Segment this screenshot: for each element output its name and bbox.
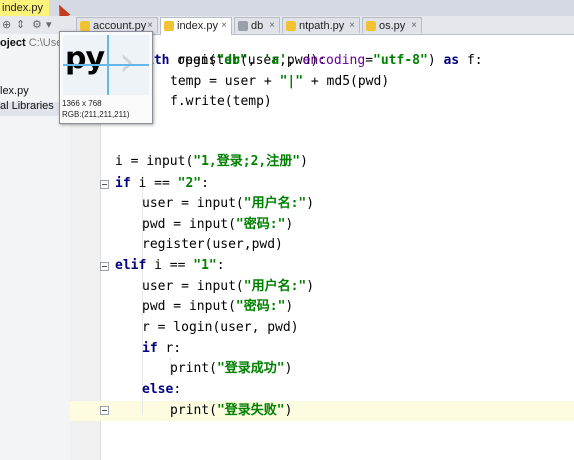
code-text: user = input( xyxy=(142,279,244,294)
code-text: r = login(user, pwd) xyxy=(142,320,299,335)
code-text: = xyxy=(365,53,374,68)
code-line-13: r = login(user, pwd) xyxy=(142,318,299,338)
project-root[interactable]: oject C:\User xyxy=(0,36,66,50)
code-string: "登录失败" xyxy=(216,403,285,418)
code-string: "|" xyxy=(279,74,304,89)
code-string: "密码:" xyxy=(235,217,286,232)
crosshair-horizontal xyxy=(63,64,149,66)
python-file-icon xyxy=(164,21,174,31)
code-line-8: pwd = input("密码:") xyxy=(142,215,293,235)
magnifier-view: py › xyxy=(63,35,149,95)
code-text: register(user,pwd) xyxy=(142,237,283,252)
close-icon[interactable]: × xyxy=(411,18,417,34)
code-string: "2" xyxy=(177,176,202,191)
python-file-icon xyxy=(80,21,90,31)
code-text: f.write(temp) xyxy=(170,94,272,109)
gear-icon[interactable]: ⚙ xyxy=(32,18,42,31)
code-text: ) xyxy=(306,279,315,294)
code-text: r: xyxy=(157,341,182,356)
screen-resolution: 1366 x 768 xyxy=(62,99,102,108)
code-text: ) xyxy=(300,154,308,169)
code-text: i = input( xyxy=(115,154,194,169)
code-line-6: if i == "2": xyxy=(115,174,209,194)
code-text: ) xyxy=(285,299,294,314)
code-text: : xyxy=(201,176,209,191)
project-item-external-libraries[interactable]: al Libraries xyxy=(0,99,54,113)
current-line-highlight xyxy=(70,401,574,421)
code-text: print( xyxy=(170,403,217,418)
code-text: , xyxy=(247,53,264,68)
code-text: , xyxy=(286,53,303,68)
code-text: temp = user + xyxy=(170,74,280,89)
code-line-5: i = input("1,登录;2,注册") xyxy=(115,152,308,172)
magnified-text: py xyxy=(65,41,105,76)
code-string: "登录成功" xyxy=(216,361,285,376)
tab-os[interactable]: os.py × xyxy=(362,17,422,33)
code-string: "用户名:" xyxy=(243,196,307,211)
code-text: ) xyxy=(284,403,293,418)
code-text: : xyxy=(173,382,182,397)
code-keyword: else xyxy=(142,382,174,397)
fold-marker[interactable] xyxy=(100,262,109,271)
code-string: "1" xyxy=(193,258,217,273)
code-text: ) xyxy=(284,361,293,376)
code-line-12: pwd = input("密码:") xyxy=(142,297,293,317)
code-line-14: if r: xyxy=(142,339,181,359)
code-line-10: elif i == "1": xyxy=(115,256,225,276)
code-keyword: as xyxy=(443,53,460,68)
code-text: + md5(pwd) xyxy=(303,74,390,89)
code-line-11: user = input("用户名:") xyxy=(142,277,314,297)
project-label: oject xyxy=(0,37,26,49)
code-string: "utf-8" xyxy=(373,53,428,68)
code-line-3: temp = user + "|" + md5(pwd) xyxy=(170,72,389,92)
code-text: : xyxy=(216,258,225,273)
scroll-from-source-icon[interactable]: ⇕ xyxy=(16,18,25,31)
code-text: i == xyxy=(130,176,178,191)
window-title: index.py xyxy=(0,0,49,16)
text-file-icon xyxy=(238,21,248,31)
code-keyword: if xyxy=(142,341,158,356)
code-line-9: register(user,pwd) xyxy=(142,235,283,255)
code-string: 'a' xyxy=(263,53,287,68)
code-text: ) xyxy=(427,53,444,68)
code-string: "db" xyxy=(216,53,248,68)
color-picker-magnifier: py › 1366 x 768 RGB:(211,211,211) xyxy=(59,31,153,124)
fold-marker[interactable] xyxy=(100,180,109,189)
code-string: "1,登录;2,注册" xyxy=(193,154,301,169)
code-text: open( xyxy=(169,53,217,68)
code-text: user = input( xyxy=(142,196,244,211)
collapse-icon[interactable]: ⊕ xyxy=(2,18,11,31)
code-text: ) xyxy=(285,217,294,232)
code-line-7: user = input("用户名:") xyxy=(142,194,314,214)
code-keyword: if xyxy=(115,176,131,191)
code-line-2: ith open("db", 'a', encoding="utf-8") as… xyxy=(146,51,483,71)
code-text: f: xyxy=(459,53,483,68)
code-text: ) xyxy=(306,196,315,211)
code-text: i == xyxy=(146,258,194,273)
title-bar: index.py xyxy=(0,0,574,20)
fold-marker[interactable] xyxy=(100,406,109,415)
code-text: pwd = input( xyxy=(142,299,236,314)
code-named-arg: encoding xyxy=(302,53,366,68)
code-text: print( xyxy=(170,361,217,376)
code-line-16: else: xyxy=(142,380,181,400)
code-line-4: f.write(temp) xyxy=(170,92,272,112)
code-text: pwd = input( xyxy=(142,217,236,232)
close-icon[interactable]: × xyxy=(349,18,355,34)
pixel-rgb-value: RGB:(211,211,211) xyxy=(62,110,130,119)
code-line-15: print("登录成功") xyxy=(170,359,292,379)
hide-icon[interactable]: ▾ xyxy=(46,18,52,31)
code-line-17: print("登录失败") xyxy=(170,401,292,421)
project-item-label: al Libraries xyxy=(0,100,54,112)
python-file-icon xyxy=(366,21,376,31)
chevron-right-icon: › xyxy=(119,39,135,85)
code-string: "密码:" xyxy=(235,299,286,314)
tab-label: os.py xyxy=(379,20,406,32)
python-file-icon xyxy=(286,21,296,31)
code-string: "用户名:" xyxy=(243,279,307,294)
project-item-label: lex.py xyxy=(0,85,29,97)
code-keyword: elif xyxy=(115,258,147,273)
project-item-index[interactable]: lex.py xyxy=(0,84,29,98)
